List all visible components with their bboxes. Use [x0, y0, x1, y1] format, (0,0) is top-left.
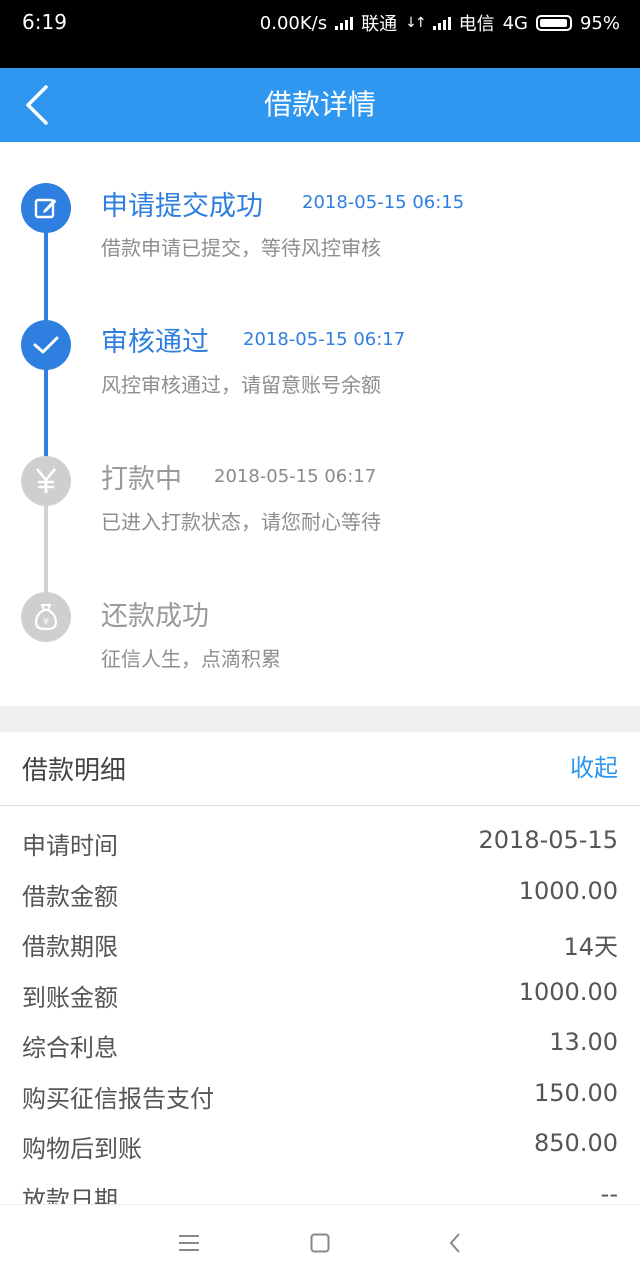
check-icon [21, 320, 71, 370]
status-indicators: 0.00K/s 联通 ↓↑ 电信 4G 95% [260, 10, 620, 36]
system-back-button[interactable] [439, 1227, 471, 1259]
row-value: 13.00 [549, 1028, 618, 1056]
step-description: 风控审核通过，请留意账号余额 [101, 373, 381, 397]
row-label: 借款期限 [22, 933, 118, 961]
detail-row: 申请时间 2018-05-15 [0, 818, 640, 869]
section-title: 借款明细 [22, 756, 127, 786]
detail-row: 借款金额 1000.00 [0, 869, 640, 920]
yen-icon [21, 456, 71, 506]
menu-icon [179, 1235, 199, 1251]
detail-row: 到账金额 1000.00 [0, 970, 640, 1021]
money-bag-icon: ¥ [21, 592, 71, 642]
step-title: 还款成功 [101, 601, 209, 632]
chevron-left-icon [449, 1233, 460, 1253]
header-bar: 借款详情 [0, 68, 640, 142]
detail-row: 购物后到账 850.00 [0, 1121, 640, 1172]
step-title: 审核通过 [101, 327, 209, 358]
row-label: 购物后到账 [22, 1135, 142, 1163]
row-label: 购买征信报告支付 [22, 1084, 214, 1113]
step-description: 已进入打款状态，请您耐心等待 [101, 510, 381, 534]
data-transfer-icon: ↓↑ [405, 15, 427, 31]
detail-row: 借款期限 14天 [0, 919, 640, 970]
status-bar: 6:19 0.00K/s 联通 ↓↑ 电信 4G 95% [0, 0, 640, 68]
step-description: 借款申请已提交，等待风控审核 [101, 236, 381, 260]
signal-icon [335, 16, 354, 30]
home-button[interactable] [304, 1227, 336, 1259]
detail-row: 综合利息 13.00 [0, 1020, 640, 1071]
step-description: 征信人生，点滴积累 [101, 647, 281, 671]
network-type: 4G [502, 12, 528, 34]
carrier-2: 电信 [458, 14, 495, 35]
step-time: 2018-05-15 06:17 [243, 329, 406, 350]
section-divider [0, 706, 640, 732]
svg-text:¥: ¥ [43, 617, 49, 628]
step-time: 2018-05-15 06:15 [302, 192, 465, 213]
menu-button[interactable] [173, 1227, 205, 1259]
loan-detail-header: 借款明细 收起 [0, 732, 640, 806]
carrier-1: 联通 [361, 14, 398, 35]
row-label: 借款金额 [22, 882, 118, 911]
loan-detail-list: 申请时间 2018-05-15 借款金额 1000.00 借款期限 14天 到账… [0, 818, 640, 1204]
detail-row: 购买征信报告支付 150.00 [0, 1071, 640, 1122]
status-time: 6:19 [22, 10, 67, 34]
row-value: 2018-05-15 [478, 826, 618, 854]
row-value: 1000.00 [518, 977, 618, 1006]
row-label: 申请时间 [22, 832, 118, 860]
collapse-button[interactable]: 收起 [570, 748, 618, 783]
row-label: 放款日期 [22, 1185, 118, 1205]
page-title: 借款详情 [263, 88, 376, 121]
row-value: 850.00 [534, 1129, 618, 1157]
row-label: 到账金额 [22, 983, 118, 1012]
edit-icon [21, 183, 71, 233]
battery-level: 95% [579, 12, 620, 34]
step-title: 打款中 [101, 464, 182, 495]
step-time: 2018-05-15 06:17 [214, 466, 377, 487]
row-value: 14天 [563, 933, 618, 961]
square-icon [310, 1233, 330, 1253]
row-value: -- [600, 1179, 618, 1205]
row-value: 1000.00 [518, 876, 618, 905]
battery-icon [535, 15, 572, 31]
detail-row: 放款日期 -- [0, 1172, 640, 1205]
row-label: 综合利息 [22, 1034, 118, 1062]
progress-timeline: 申请提交成功 2018-05-15 06:15 借款申请已提交，等待风控审核 审… [0, 142, 640, 706]
signal-icon [432, 16, 451, 30]
row-value: 150.00 [534, 1078, 618, 1107]
step-title: 申请提交成功 [101, 191, 263, 222]
network-speed: 0.00K/s [259, 12, 328, 34]
system-nav-bar [0, 1204, 640, 1280]
